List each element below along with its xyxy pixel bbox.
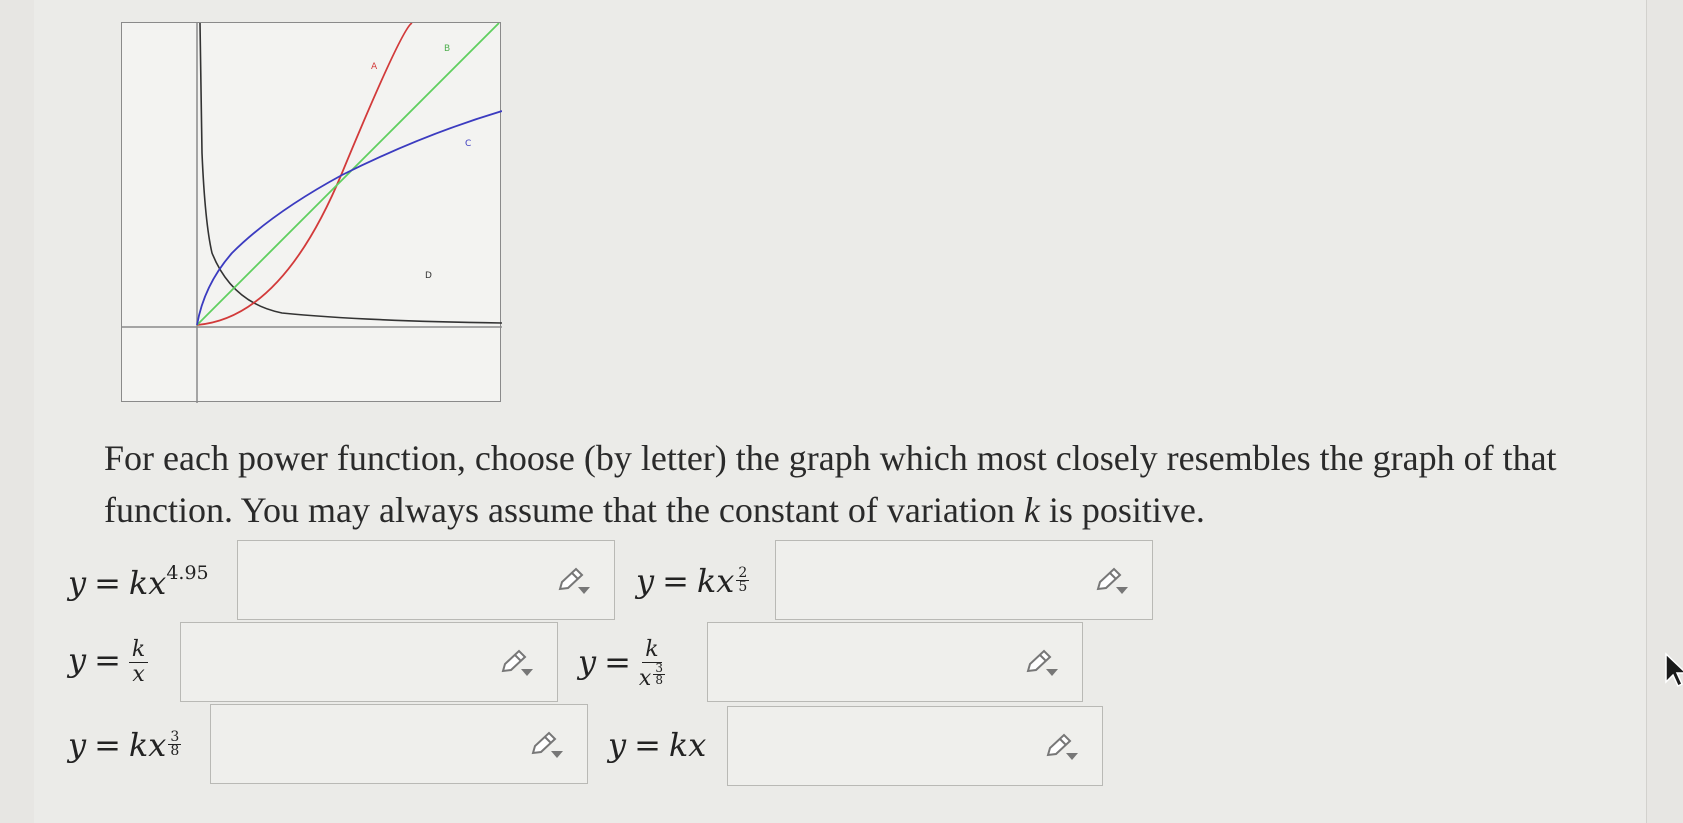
eq-x: x [716,562,735,600]
pencil-dropdown-icon[interactable] [529,731,565,761]
prompt-k: k [1023,490,1040,530]
equation-6: y = kx [608,726,706,764]
eq-exponent: 4.95 [166,562,209,584]
eq-k: k [128,564,149,603]
label-c: C [465,139,471,149]
pencil-dropdown-icon[interactable] [1094,567,1130,597]
exp-den: 8 [170,742,180,759]
answer-box-6[interactable] [727,706,1103,786]
equation-5: y = kx 3 8 [68,726,182,764]
question-prompt: For each power function, choose (by lett… [104,432,1624,536]
frac-num: k [642,638,662,663]
eq-fraction: kx [128,638,149,687]
graph-svg: A B C D [122,23,502,403]
prompt-part1: For each power function, choose (by lett… [104,438,1557,530]
eq-k: k [128,726,149,764]
curve-c [196,110,502,326]
pencil-dropdown-icon[interactable] [1044,733,1080,763]
eq-lhs: y [636,562,655,600]
label-a: A [371,62,378,72]
eq-x: x [148,726,167,764]
equation-4: y = k x 3 8 [578,638,665,691]
answer-box-1[interactable] [237,540,615,620]
eq-lhs: y [68,564,87,603]
prompt-part2: is positive. [1039,490,1205,530]
mouse-cursor-icon [1665,652,1683,688]
eq-x: x [148,564,167,603]
den-exp-den: 8 [655,673,663,687]
pencil-dropdown-icon[interactable] [499,649,535,679]
equation-3: y = k x [68,638,149,687]
equation-1: y = kx4.95 [68,562,209,602]
eq-exponent: 25 [736,566,750,595]
answer-box-5[interactable] [210,704,588,784]
eq-sign: = [94,564,121,603]
eq-k: k [696,562,717,600]
curve-a [196,23,413,326]
eq-lhs: y [608,726,627,764]
exp-den: 5 [738,578,748,595]
label-d: D [425,271,432,281]
frac-den-x: x [638,666,652,692]
frac-den: x38 [638,662,665,692]
graph-figure: A B C D [121,22,502,403]
answer-box-3[interactable] [180,622,558,702]
eq-lhs: y [68,726,87,764]
curve-d [199,23,502,324]
answer-box-2[interactable] [775,540,1153,620]
curve-b [196,23,500,326]
equation-2: y = kx 2 5 [636,562,750,600]
pencil-dropdown-icon[interactable] [1024,649,1060,679]
eq-lhs: y [578,643,597,682]
eq-sign: = [604,643,631,682]
eq-x: x [688,726,707,764]
eq-lhs: y [68,641,87,679]
eq-sign: = [94,641,121,679]
eq-exponent: 38 [168,730,182,759]
frac-den: x [132,662,145,687]
pencil-dropdown-icon[interactable] [556,567,592,597]
frac-num: k [128,638,149,663]
label-b: B [444,44,450,54]
den-exponent: 38 [653,662,665,687]
eq-sign: = [662,562,689,600]
eq-k: k [668,726,689,764]
answer-box-4[interactable] [707,622,1083,702]
eq-sign: = [634,726,661,764]
eq-sign: = [94,726,121,764]
eq-fraction: kx38 [639,638,665,691]
